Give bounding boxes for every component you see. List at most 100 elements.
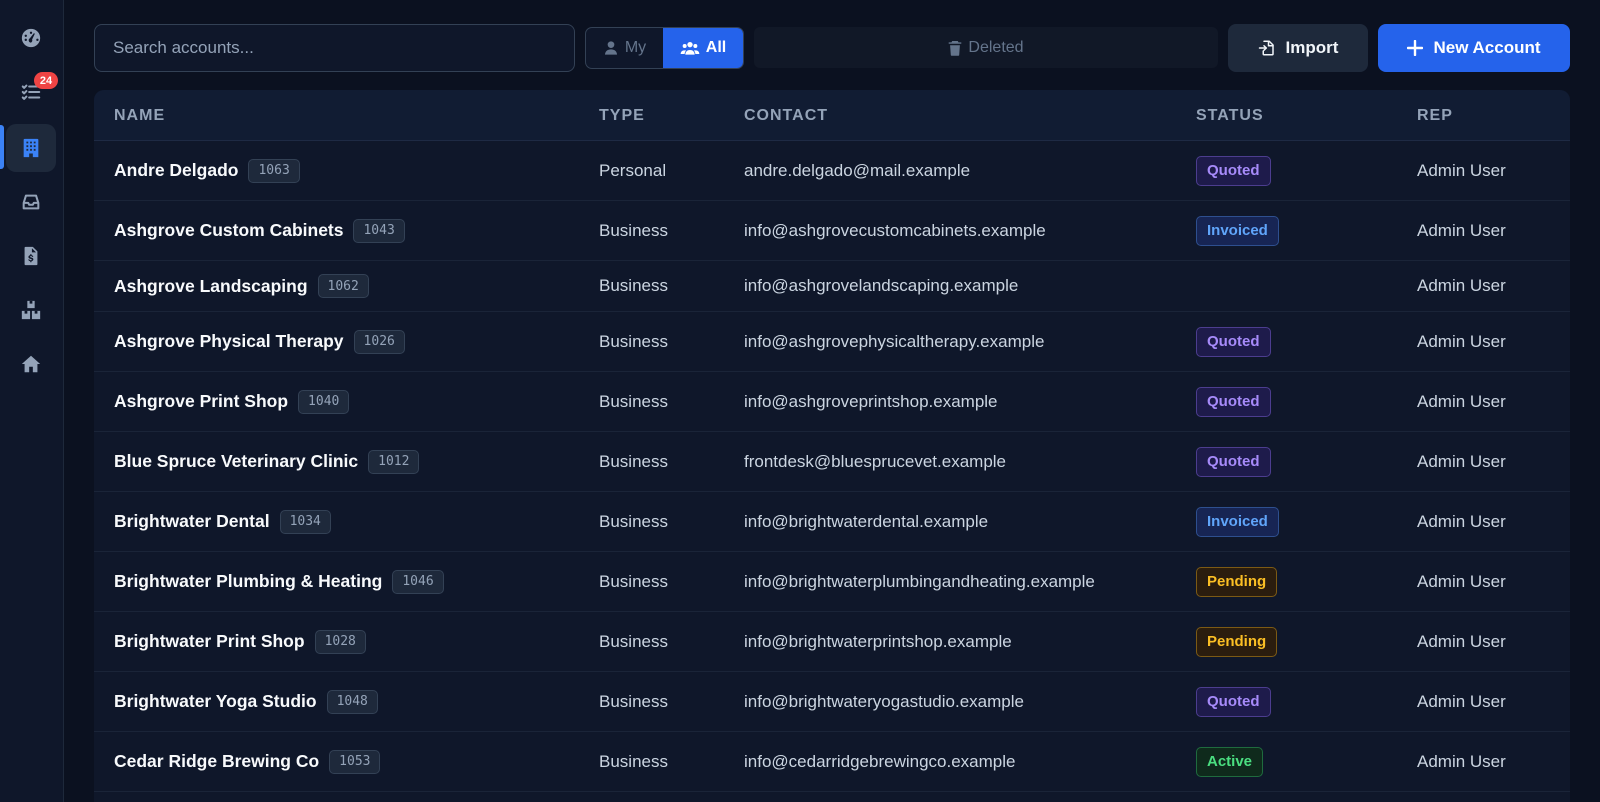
- table-row[interactable]: Brightwater Dental 1034 Business info@brigh…: [94, 492, 1570, 552]
- account-name[interactable]: Cedar Ridge Brewing Co: [114, 751, 319, 772]
- sidebar-item-invoices[interactable]: [6, 232, 56, 280]
- account-contact: info@ashgrovelandscaping.example: [744, 276, 1019, 295]
- account-id-badge: 1063: [248, 158, 300, 183]
- account-status-cell: Invoiced: [1196, 492, 1279, 551]
- account-rep: Admin User: [1417, 751, 1506, 771]
- status-badge: Pending: [1196, 566, 1278, 597]
- account-type: Business: [599, 451, 668, 471]
- sidebar-item-inventory[interactable]: [6, 286, 56, 334]
- account-id-badge: 1040: [298, 389, 350, 414]
- table-row[interactable]: Brightwater Yoga Studio 1048 Business info@…: [94, 672, 1570, 732]
- app-root: 24 Search accounts... My All Deleted Imp…: [0, 0, 1600, 802]
- account-id-badge: 1028: [314, 629, 366, 654]
- account-type: Business: [599, 631, 668, 651]
- account-rep: Admin User: [1417, 451, 1506, 471]
- account-name-cell: Brightwater Dental 1034: [114, 492, 331, 551]
- account-name[interactable]: Ashgrove Print Shop: [114, 391, 288, 412]
- account-rep: Admin User: [1417, 631, 1506, 651]
- account-type: Business: [599, 331, 668, 351]
- new-account-label: New Account: [1433, 38, 1541, 57]
- account-contact: info@ashgroveprintshop.example: [744, 391, 998, 411]
- account-name-cell: Blue Spruce Veterinary Clinic 1012: [114, 432, 420, 491]
- column-header-contact[interactable]: CONTACT: [744, 90, 828, 141]
- account-contact: info@ashgrovecustomcabinets.example: [744, 220, 1046, 240]
- sidebar: 24: [0, 0, 64, 802]
- account-name[interactable]: Ashgrove Landscaping: [114, 276, 308, 297]
- status-badge: Quoted: [1196, 386, 1271, 417]
- tasks-count-badge: 24: [34, 72, 58, 89]
- account-rep: Admin User: [1417, 331, 1506, 351]
- account-id-badge: 1062: [317, 274, 369, 298]
- account-name-cell: Cedar Ridge Brewing Co 1053: [114, 732, 381, 791]
- trash-icon: [949, 40, 962, 56]
- account-name[interactable]: Brightwater Print Shop: [114, 631, 305, 652]
- table-row[interactable]: Blue Spruce Veterinary Clinic 1012 Busines…: [94, 432, 1570, 492]
- account-name[interactable]: Brightwater Yoga Studio: [114, 691, 317, 712]
- sidebar-item-accounts[interactable]: [6, 124, 56, 172]
- account-id-badge: 1034: [279, 509, 331, 534]
- table-header: NAME TYPE CONTACT STATUS REP: [94, 90, 1570, 141]
- status-badge: Invoiced: [1196, 506, 1279, 537]
- account-name[interactable]: Blue Spruce Veterinary Clinic: [114, 451, 358, 472]
- account-rep: Admin User: [1417, 391, 1506, 411]
- account-type: Business: [599, 511, 668, 531]
- new-account-button[interactable]: New Account: [1378, 24, 1570, 72]
- account-status-cell: Quoted: [1196, 312, 1271, 371]
- table-row[interactable]: Ashgrove Custom Cabinets 1043 Business info…: [94, 201, 1570, 261]
- import-button[interactable]: Import: [1228, 24, 1368, 72]
- account-type: Business: [599, 571, 668, 591]
- inbox-icon: [22, 194, 40, 210]
- account-id-badge: 1012: [368, 449, 420, 474]
- account-name[interactable]: Ashgrove Physical Therapy: [114, 331, 344, 352]
- home-icon: [21, 355, 41, 373]
- table-row[interactable]: Cedar Ridge Brewing Co 1053 Business info@c…: [94, 732, 1570, 792]
- import-label: Import: [1285, 38, 1339, 57]
- dashboard-icon: [21, 28, 41, 48]
- account-contact: frontdesk@bluesprucevet.example: [744, 451, 1007, 471]
- table-row[interactable]: Ashgrove Physical Therapy 1026 Business inf…: [94, 312, 1570, 372]
- status-badge: Quoted: [1196, 326, 1271, 357]
- filter-all-button[interactable]: All: [663, 28, 743, 68]
- table-row[interactable]: Ashgrove Landscaping 1062 Business info@ash…: [94, 261, 1570, 312]
- account-rep: Admin User: [1417, 160, 1506, 180]
- sidebar-item-dashboard[interactable]: [6, 14, 56, 62]
- sidebar-item-home[interactable]: [6, 340, 56, 388]
- account-id-badge: 1026: [353, 329, 405, 354]
- account-name[interactable]: Andre Delgado: [114, 160, 238, 181]
- deleted-filter-button[interactable]: Deleted: [754, 27, 1218, 68]
- column-header-name[interactable]: NAME: [114, 90, 165, 141]
- filter-my-button[interactable]: My: [586, 28, 663, 68]
- table-row[interactable]: Andre Delgado 1063 Personal andre.delgado@m…: [94, 141, 1570, 201]
- account-rep: Admin User: [1417, 220, 1506, 240]
- account-name[interactable]: Brightwater Dental: [114, 511, 270, 532]
- active-nav-indicator: [0, 125, 4, 169]
- column-header-rep[interactable]: REP: [1417, 90, 1453, 141]
- account-name-cell: Ashgrove Print Shop 1040: [114, 372, 350, 431]
- column-header-type[interactable]: TYPE: [599, 90, 645, 141]
- account-status-cell: Pending: [1196, 612, 1278, 671]
- table-row[interactable]: Brightwater Print Shop 1028 Business info@b…: [94, 612, 1570, 672]
- status-badge: Pending: [1196, 626, 1278, 657]
- account-rep: Admin User: [1417, 276, 1506, 295]
- table-row[interactable]: Brightwater Plumbing & Heating 1046 Busine…: [94, 552, 1570, 612]
- account-status-cell: Quoted: [1196, 141, 1271, 200]
- account-id-badge: 1053: [329, 749, 381, 774]
- search-input[interactable]: [94, 24, 575, 72]
- status-badge: Quoted: [1196, 446, 1271, 477]
- account-type: Business: [599, 691, 668, 711]
- account-status-cell: Invoiced: [1196, 201, 1279, 260]
- account-name[interactable]: Ashgrove Custom Cabinets: [114, 220, 343, 241]
- column-header-status[interactable]: STATUS: [1196, 90, 1264, 141]
- accounts-table: NAME TYPE CONTACT STATUS REP Andre Delga…: [94, 90, 1570, 802]
- status-badge: Invoiced: [1196, 215, 1279, 246]
- account-contact: info@brightwateryogastudio.example: [744, 691, 1024, 711]
- table-row[interactable]: Ashgrove Print Shop 1040 Business info@ashg…: [94, 372, 1570, 432]
- account-name[interactable]: Brightwater Plumbing & Heating: [114, 571, 382, 592]
- account-type: Personal: [599, 160, 667, 180]
- account-contact: info@brightwaterplumbingandheating.examp…: [744, 571, 1095, 591]
- user-icon: [604, 41, 617, 55]
- account-contact: andre.delgado@mail.example: [744, 160, 971, 180]
- sidebar-item-tasks[interactable]: 24: [6, 68, 58, 116]
- sidebar-item-inbox[interactable]: [6, 178, 56, 226]
- account-rep: Admin User: [1417, 571, 1506, 591]
